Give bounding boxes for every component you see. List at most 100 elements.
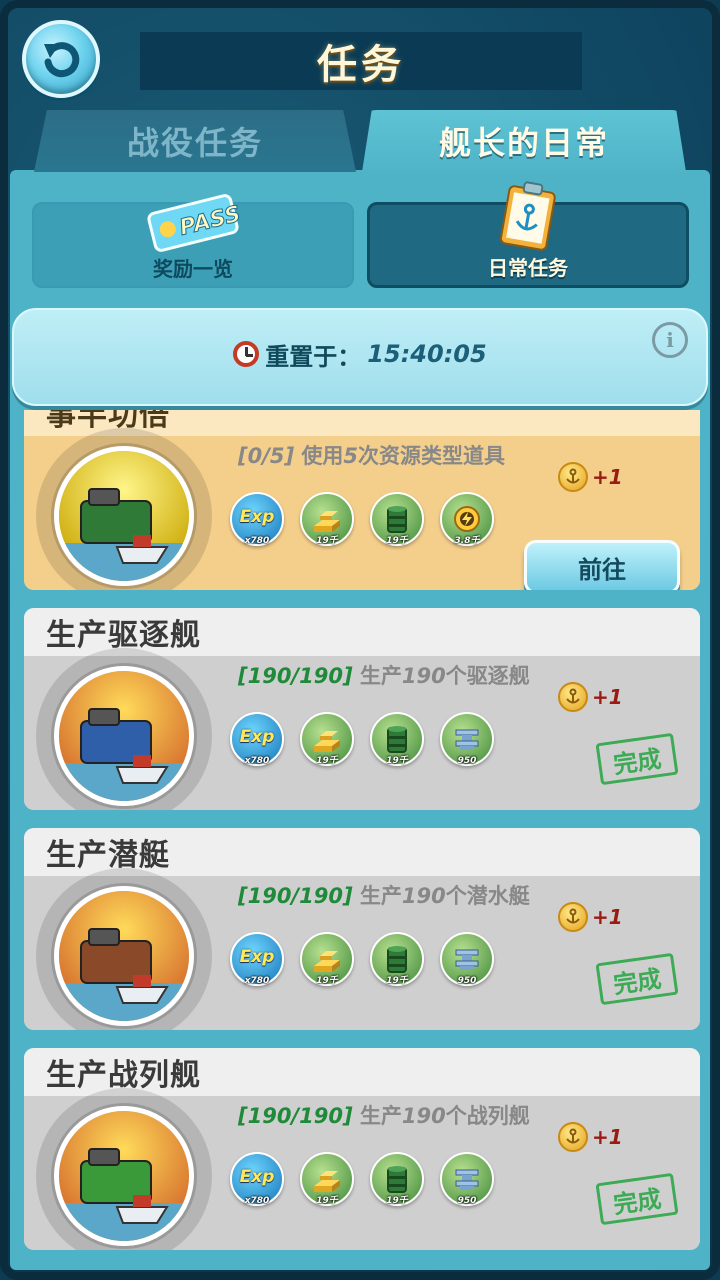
task-card: 生产战列舰 [190/190] 生产190个战列舰 Exp x780 19千 19千 950… — [24, 1048, 700, 1250]
steel-icon[interactable]: 950 — [440, 712, 494, 766]
description-prefix: 使用 — [301, 444, 344, 468]
task-progress: [0/5] — [238, 444, 295, 468]
reset-label: 重置于： — [265, 342, 362, 371]
reward-quantity: 19千 — [316, 976, 338, 986]
ship-factory-image — [54, 886, 194, 1026]
exp-label: Exp — [239, 1167, 275, 1187]
coin-amount: +1 — [592, 465, 623, 489]
tab-captain-daily[interactable]: 舰长的日常 — [362, 110, 686, 172]
reward-quantity: x780 — [244, 536, 270, 546]
go-button[interactable]: 前往 — [524, 540, 680, 590]
page-title: 任务 — [317, 42, 405, 88]
task-portrait — [36, 1088, 212, 1250]
reward-list: Exp x780 19千 19千 3.8千 — [230, 492, 494, 546]
title-bar: 任务 — [140, 32, 582, 90]
task-progress: [190/190] — [238, 664, 353, 688]
task-card: 生产驱逐舰 [190/190] 生产190个驱逐舰 Exp x780 19千 19千 950… — [24, 608, 700, 810]
energy-icon[interactable]: 3.8千 — [440, 492, 494, 546]
reward-quantity: 19千 — [316, 1196, 338, 1206]
reward-quantity: 950 — [457, 976, 477, 986]
tab-campaign-missions[interactable]: 战役任务 — [34, 110, 356, 172]
reward-quantity: 19千 — [386, 536, 408, 546]
oil-barrel-icon[interactable]: 19千 — [370, 492, 424, 546]
info-icon[interactable]: i — [652, 322, 688, 358]
description-prefix: 生产 — [359, 1104, 402, 1128]
reward-quantity: 19千 — [316, 756, 338, 766]
description-count: 190 — [401, 1104, 446, 1128]
reset-countdown: 15:40:05 — [367, 340, 487, 368]
anchor-coin-icon — [558, 682, 588, 712]
reward-quantity: 19千 — [316, 536, 338, 546]
task-description: [190/190] 生产190个驱逐舰 — [238, 660, 530, 690]
oil-barrel-icon[interactable]: 19千 — [370, 712, 424, 766]
description-suffix: 个战列舰 — [445, 1104, 530, 1128]
description-prefix: 生产 — [359, 884, 402, 908]
tab-label: 舰长的日常 — [438, 124, 609, 162]
task-description: [0/5] 使用5次资源类型道具 — [238, 440, 505, 470]
clock-icon — [233, 341, 260, 367]
reward-list: Exp x780 19千 19千 950 — [230, 932, 494, 986]
exp-icon[interactable]: Exp x780 — [230, 932, 284, 986]
task-portrait — [36, 868, 212, 1030]
task-list[interactable]: 事半功倍 [0/5] 使用5次资源类型道具 Exp x780 19千 19千 3.8千 +1 前… — [10, 410, 710, 1270]
back-arrow-icon — [44, 42, 80, 78]
gold-bars-icon[interactable]: 19千 — [300, 1152, 354, 1206]
completed-stamp: 完成 — [595, 1172, 679, 1226]
exp-label: Exp — [239, 947, 275, 967]
exp-icon[interactable]: Exp x780 — [230, 712, 284, 766]
reset-timer-bar: 重置于： 15:40:05 i — [12, 308, 708, 406]
gold-bars-icon[interactable]: 19千 — [300, 712, 354, 766]
description-suffix: 次资源类型道具 — [358, 444, 506, 468]
tab-label: 战役任务 — [126, 124, 263, 162]
task-body: [190/190] 生产190个驱逐舰 Exp x780 19千 19千 950 +1 完成 — [24, 648, 700, 810]
clipboard-anchor-icon — [499, 181, 556, 251]
reward-quantity: x780 — [244, 976, 270, 986]
exp-icon[interactable]: Exp x780 — [230, 492, 284, 546]
gold-bars-icon[interactable]: 19千 — [300, 492, 354, 546]
exp-label: Exp — [239, 507, 275, 527]
steel-icon[interactable]: 950 — [440, 932, 494, 986]
reward-quantity: 950 — [457, 1196, 477, 1206]
resource-items-image — [54, 446, 194, 586]
steel-icon[interactable]: 950 — [440, 1152, 494, 1206]
task-body: [0/5] 使用5次资源类型道具 Exp x780 19千 19千 3.8千 +1 前往 — [24, 428, 700, 590]
back-button[interactable] — [22, 20, 100, 98]
completed-stamp: 完成 — [595, 732, 679, 786]
exp-icon[interactable]: Exp x780 — [230, 1152, 284, 1206]
ship-factory-image — [54, 1106, 194, 1246]
task-portrait — [36, 648, 212, 810]
description-count: 5 — [343, 444, 359, 468]
coin-reward: +1 — [558, 462, 623, 492]
reward-list: Exp x780 19千 19千 950 — [230, 1152, 494, 1206]
oil-barrel-icon[interactable]: 19千 — [370, 1152, 424, 1206]
reward-quantity: 19千 — [386, 756, 408, 766]
oil-barrel-icon[interactable]: 19千 — [370, 932, 424, 986]
reward-quantity: 3.8千 — [454, 536, 480, 546]
subtab-daily-tasks[interactable]: 日常任务 — [367, 181, 689, 288]
coin-reward: +1 — [558, 682, 623, 712]
task-portrait — [36, 428, 212, 590]
description-suffix: 个潜水艇 — [445, 884, 530, 908]
reward-quantity: x780 — [244, 756, 270, 766]
description-count: 190 — [401, 884, 446, 908]
task-progress: [190/190] — [238, 884, 353, 908]
ship-factory-image — [54, 666, 194, 806]
exp-label: Exp — [239, 727, 275, 747]
coin-amount: +1 — [592, 905, 623, 929]
pass-ticket-icon: PASS — [147, 194, 243, 252]
completed-stamp: 完成 — [595, 952, 679, 1006]
reward-quantity: 950 — [457, 756, 477, 766]
reward-list: Exp x780 19千 19千 950 — [230, 712, 494, 766]
description-count: 190 — [401, 664, 446, 688]
task-description: [190/190] 生产190个潜水艇 — [238, 880, 530, 910]
coin-amount: +1 — [592, 685, 623, 709]
description-prefix: 生产 — [359, 664, 402, 688]
anchor-coin-icon — [558, 462, 588, 492]
coin-amount: +1 — [592, 1125, 623, 1149]
subtab-reward-overview[interactable]: PASS 奖励一览 — [32, 194, 354, 288]
task-card: 事半功倍 [0/5] 使用5次资源类型道具 Exp x780 19千 19千 3.8千 +1 前… — [24, 410, 700, 590]
task-description: [190/190] 生产190个战列舰 — [238, 1100, 530, 1130]
task-body: [190/190] 生产190个战列舰 Exp x780 19千 19千 950 +1 完成 — [24, 1088, 700, 1250]
reward-quantity: 19千 — [386, 976, 408, 986]
gold-bars-icon[interactable]: 19千 — [300, 932, 354, 986]
